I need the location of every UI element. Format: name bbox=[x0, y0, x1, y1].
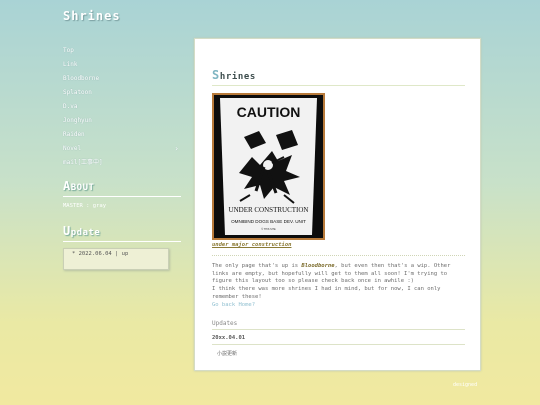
under-construction-sign-image: CAUTION UNDER CONSTRUCTION OMNIBIND DOGS… bbox=[212, 93, 325, 240]
sidebar-item-mail[interactable]: mail[工事中] bbox=[63, 156, 183, 170]
sign-line-2: OMNIBIND DOGS BASE DEV. UNIT bbox=[231, 219, 306, 224]
about-heading-initial: A bbox=[63, 179, 71, 193]
update-heading-rest: pdate bbox=[70, 228, 101, 238]
go-back-home-link[interactable]: Go back Home? bbox=[212, 302, 255, 308]
about-text: MASTER : gray bbox=[63, 203, 107, 209]
sidebar-item-link[interactable]: Link bbox=[63, 58, 183, 72]
about-heading-rest: BOUT bbox=[70, 183, 95, 193]
footer-credit[interactable]: designed bbox=[453, 382, 477, 388]
about-heading: ABOUT bbox=[63, 179, 181, 197]
sign-line-3: © THIS SITE bbox=[261, 228, 276, 231]
sign-line-1: UNDER CONSTRUCTION bbox=[229, 206, 309, 214]
page-title-initial: S bbox=[212, 68, 220, 82]
intro-text-second: I think there was more shrines I had in … bbox=[212, 286, 441, 300]
sidebar-item-novel[interactable]: Novel › bbox=[63, 142, 183, 156]
site-title[interactable]: Shrines bbox=[63, 9, 121, 23]
sidebar-item-splatoon[interactable]: Splatoon bbox=[63, 86, 183, 100]
sidebar-item-jonghyun[interactable]: Jonghyun bbox=[63, 114, 183, 128]
sidebar-item-raiden[interactable]: Raiden bbox=[63, 128, 183, 142]
sign-heading: CAUTION bbox=[237, 104, 301, 120]
update-date: 20xx.04.01 bbox=[212, 335, 465, 345]
intro-paragraph: The only page that's up is Bloodborne, b… bbox=[212, 263, 468, 309]
page-title: Shrines bbox=[212, 68, 465, 86]
chevron-right-icon: › bbox=[174, 144, 179, 153]
sidebar-nav: Top Link Bloodborne Splatoon D.va Jonghy… bbox=[63, 44, 183, 170]
update-entry: * 2022.06.04 | up bbox=[72, 251, 129, 257]
caution-sign-graphic: CAUTION UNDER CONSTRUCTION OMNIBIND DOGS… bbox=[220, 98, 317, 235]
update-box[interactable]: * 2022.06.04 | up bbox=[63, 248, 169, 270]
intro-text-pre: The only page that's up is bbox=[212, 263, 302, 269]
sidebar-item-top[interactable]: Top bbox=[63, 44, 183, 58]
main-content-panel: Shrines CAUTION UNDER CONSTRUCTION OMNIB… bbox=[194, 38, 481, 371]
update-heading-initial: U bbox=[63, 224, 71, 238]
sidebar-item-bloodborne[interactable]: Bloodborne bbox=[63, 72, 183, 86]
sidebar-item-dva[interactable]: D.va bbox=[63, 100, 183, 114]
image-caption: under major construction bbox=[212, 242, 292, 248]
update-heading: Update bbox=[63, 224, 181, 242]
sidebar-item-novel-label: Novel bbox=[63, 145, 82, 152]
updates-heading: Updates bbox=[212, 320, 465, 330]
bloodborne-link[interactable]: Bloodborne bbox=[301, 263, 334, 269]
update-entry-text: 小説更新 bbox=[217, 351, 238, 357]
page-title-rest: hrines bbox=[219, 72, 256, 82]
divider bbox=[212, 255, 465, 256]
